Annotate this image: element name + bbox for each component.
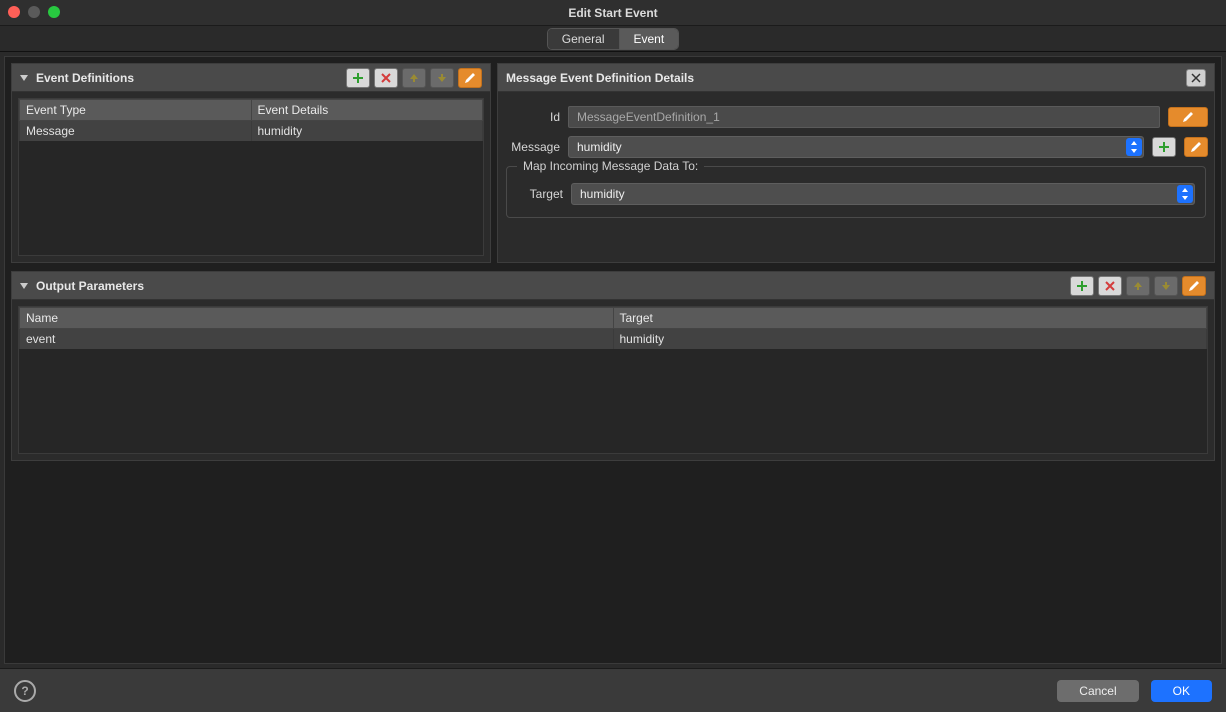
titlebar: Edit Start Event — [0, 0, 1226, 26]
outputs-table[interactable]: Name Target event humidity — [19, 307, 1207, 349]
zoom-window-button[interactable] — [48, 6, 60, 18]
help-icon: ? — [21, 684, 28, 698]
close-window-button[interactable] — [8, 6, 20, 18]
move-up-button — [1126, 276, 1150, 296]
tab-general[interactable]: General — [548, 29, 619, 49]
edit-icon — [1182, 111, 1194, 123]
outputs-toolbar — [1070, 276, 1206, 296]
edit-icon — [1190, 141, 1202, 153]
dialog-footer: ? Cancel OK — [0, 668, 1226, 712]
ok-button[interactable]: OK — [1151, 680, 1212, 702]
cell-event-type: Message — [20, 121, 252, 142]
edit-message-button[interactable] — [1184, 137, 1208, 157]
col-event-type[interactable]: Event Type — [20, 100, 252, 121]
remove-icon — [380, 72, 392, 84]
cell-name: event — [20, 329, 614, 350]
down-icon — [1160, 280, 1172, 292]
help-button[interactable]: ? — [14, 680, 36, 702]
panel-title: Event Definitions — [36, 71, 134, 85]
message-select[interactable]: humidity — [568, 136, 1144, 158]
event-defs-body: Event Type Event Details Message humidit… — [12, 92, 490, 262]
outputs-body: Name Target event humidity — [12, 300, 1214, 460]
col-name[interactable]: Name — [20, 308, 614, 329]
label-id: Id — [504, 110, 560, 124]
add-icon — [1076, 280, 1088, 292]
group-legend: Map Incoming Message Data To: — [517, 159, 704, 173]
add-message-button[interactable] — [1152, 137, 1176, 157]
tab-event[interactable]: Event — [619, 29, 679, 49]
panel-message-event-definition-details: Message Event Definition Details Id — [497, 63, 1215, 263]
panel-header-event-definitions: Event Definitions — [12, 64, 490, 92]
edit-button[interactable] — [1182, 276, 1206, 296]
empty-area — [11, 469, 1215, 657]
window-title: Edit Start Event — [568, 6, 657, 20]
event-defs-table-wrap: Event Type Event Details Message humidit… — [18, 98, 484, 256]
details-body: Id Message humidity — [498, 92, 1214, 262]
table-row[interactable]: Message humidity — [20, 121, 483, 142]
target-value: humidity — [580, 187, 625, 201]
dialog-edit-start-event: Edit Start Event General Event Event Def… — [0, 0, 1226, 712]
move-up-button — [402, 68, 426, 88]
outputs-table-wrap: Name Target event humidity — [18, 306, 1208, 454]
disclosure-icon[interactable] — [20, 283, 28, 289]
panel-title: Output Parameters — [36, 279, 144, 293]
remove-button[interactable] — [374, 68, 398, 88]
remove-button[interactable] — [1098, 276, 1122, 296]
table-row[interactable]: event humidity — [20, 329, 1207, 350]
disclosure-icon[interactable] — [20, 75, 28, 81]
panel-event-definitions: Event Definitions — [11, 63, 491, 263]
message-value: humidity — [577, 140, 622, 154]
add-button[interactable] — [1070, 276, 1094, 296]
col-target[interactable]: Target — [613, 308, 1207, 329]
event-defs-table[interactable]: Event Type Event Details Message humidit… — [19, 99, 483, 141]
label-target: Target — [517, 187, 563, 201]
label-message: Message — [504, 140, 560, 154]
minimize-window-button[interactable] — [28, 6, 40, 18]
row-id: Id — [504, 106, 1208, 128]
up-icon — [408, 72, 420, 84]
edit-icon — [1188, 280, 1200, 292]
tab-bar: General Event — [0, 26, 1226, 52]
down-icon — [436, 72, 448, 84]
add-icon — [1158, 141, 1170, 153]
panel-header-details: Message Event Definition Details — [498, 64, 1214, 92]
cell-target: humidity — [613, 329, 1207, 350]
event-defs-toolbar — [346, 68, 482, 88]
dialog-content: Event Definitions — [4, 56, 1222, 664]
window-controls — [8, 6, 60, 18]
group-map-incoming: Map Incoming Message Data To: Target hum… — [506, 166, 1206, 218]
edit-id-button[interactable] — [1168, 107, 1208, 127]
row-message: Message humidity — [504, 136, 1208, 158]
row-target: Target humidity — [517, 183, 1195, 205]
add-button[interactable] — [346, 68, 370, 88]
panel-output-parameters: Output Parameters — [11, 271, 1215, 461]
edit-button[interactable] — [458, 68, 482, 88]
move-down-button — [1154, 276, 1178, 296]
select-arrows-icon — [1177, 185, 1193, 203]
cell-event-details: humidity — [251, 121, 483, 142]
panel-header-output-parameters: Output Parameters — [12, 272, 1214, 300]
top-row: Event Definitions — [11, 63, 1215, 263]
col-event-details[interactable]: Event Details — [251, 100, 483, 121]
tab-segmented: General Event — [547, 28, 679, 50]
panel-title: Message Event Definition Details — [506, 71, 694, 85]
move-down-button — [430, 68, 454, 88]
add-icon — [352, 72, 364, 84]
edit-icon — [464, 72, 476, 84]
up-icon — [1132, 280, 1144, 292]
cancel-button[interactable]: Cancel — [1057, 680, 1138, 702]
remove-icon — [1104, 280, 1116, 292]
close-panel-button[interactable] — [1186, 69, 1206, 87]
id-field[interactable] — [568, 106, 1160, 128]
close-icon — [1191, 73, 1201, 83]
select-arrows-icon — [1126, 138, 1142, 156]
target-select[interactable]: humidity — [571, 183, 1195, 205]
